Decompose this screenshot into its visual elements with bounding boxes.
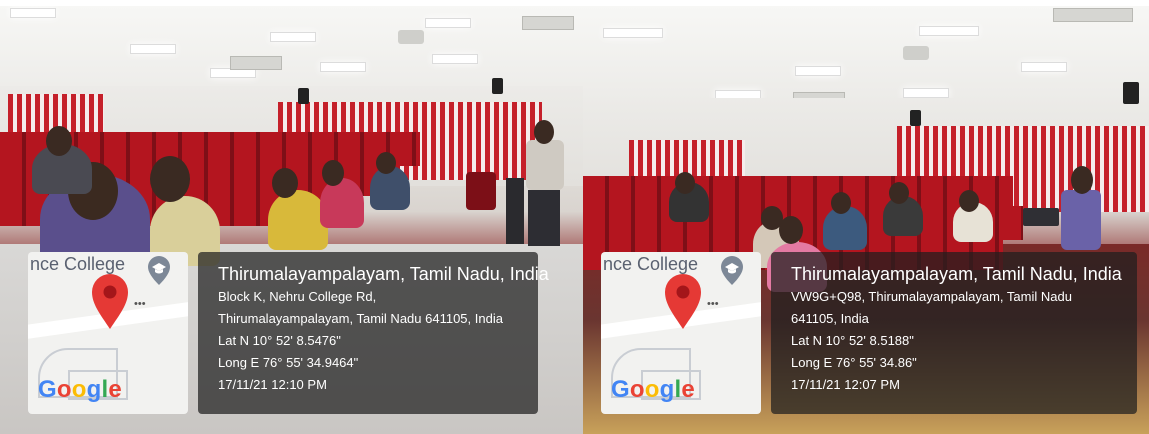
- audience-head: [959, 190, 979, 212]
- presenter-head: [1071, 166, 1093, 194]
- ceiling-vent: [230, 56, 282, 70]
- address-line-2: 641105, India: [791, 311, 869, 326]
- location-info: Thirumalayampalayam, Tamil Nadu, India V…: [771, 252, 1137, 414]
- ceiling-vent: [1053, 8, 1133, 22]
- audience-head: [779, 216, 803, 244]
- map-thumbnail[interactable]: nce College ••• Google: [28, 252, 188, 414]
- photo-right: nce College ••• Google Thirumalayampalay…: [583, 6, 1149, 434]
- google-logo: Google: [38, 376, 122, 403]
- ceiling-light: [270, 32, 316, 42]
- audience-head: [675, 172, 695, 194]
- graduation-cap-icon: [721, 256, 743, 285]
- audience-head: [150, 156, 190, 202]
- podium: [506, 178, 524, 244]
- ceiling-light: [10, 8, 56, 18]
- timestamp: 17/11/21 12:10 PM: [218, 377, 327, 392]
- ceiling-light: [795, 66, 841, 76]
- presenter-head: [534, 120, 554, 144]
- location-title: Thirumalayampalayam, Tamil Nadu, India: [791, 264, 1122, 284]
- projector: [398, 30, 424, 44]
- photo-left: nce College ••• Google Thirumalayampalay…: [0, 6, 583, 434]
- ceiling-light: [903, 88, 949, 98]
- location-info: Thirumalayampalayam, Tamil Nadu, India B…: [198, 252, 549, 414]
- address-line-1: Block K, Nehru College Rd,: [218, 289, 377, 304]
- timestamp: 17/11/21 12:07 PM: [791, 377, 900, 392]
- ceiling-light: [130, 44, 176, 54]
- audience-head: [831, 192, 851, 214]
- map-thumbnail[interactable]: nce College ••• Google: [601, 252, 761, 414]
- google-logo: Google: [611, 376, 695, 403]
- audience-head: [376, 152, 396, 174]
- ceiling-vent: [522, 16, 574, 30]
- address-line-1: VW9G+Q98, Thirumalayampalayam, Tamil Nad…: [791, 289, 1072, 304]
- audience-head: [46, 126, 72, 156]
- wall-speaker: [1123, 82, 1139, 104]
- ceiling-light: [320, 62, 366, 72]
- address-line-2: Thirumalayampalayam, Tamil Nadu 641105, …: [218, 311, 503, 326]
- audience-member: [320, 178, 364, 228]
- latitude: Lat N 10° 52' 8.5476": [218, 333, 341, 348]
- graduation-cap-icon: [148, 256, 170, 285]
- ceiling-light: [1021, 62, 1067, 72]
- ceiling-light: [603, 28, 663, 38]
- presenter-legs: [528, 190, 560, 246]
- location-title: Thirumalayampalayam, Tamil Nadu, India: [218, 264, 549, 284]
- longitude: Long E 76° 55' 34.9464": [218, 355, 359, 370]
- ceiling-light: [919, 26, 979, 36]
- audience-head: [889, 182, 909, 204]
- latitude: Lat N 10° 52' 8.5188": [791, 333, 914, 348]
- seat-row: [583, 176, 1013, 210]
- map-pin-icon: [92, 274, 128, 329]
- geotag-card: nce College ••• Google Thirumalayampalay…: [583, 252, 1137, 420]
- wall-speaker: [298, 88, 309, 104]
- map-dots-icon: •••: [134, 298, 146, 310]
- wall-speaker: [910, 110, 921, 126]
- audience-head: [272, 168, 298, 198]
- audience-head: [322, 160, 344, 186]
- audience-member: [268, 190, 328, 250]
- map-pin-icon: [665, 274, 701, 329]
- ceiling-light: [432, 54, 478, 64]
- ceiling: [583, 6, 1149, 106]
- presenter: [526, 140, 564, 190]
- map-dots-icon: •••: [707, 298, 719, 310]
- presenter: [1061, 190, 1101, 250]
- presenter-chair: [466, 172, 496, 210]
- ceiling-light: [425, 18, 471, 28]
- laptop: [1023, 208, 1059, 226]
- geotag-card: nce College ••• Google Thirumalayampalay…: [0, 252, 549, 420]
- longitude: Long E 76° 55' 34.86": [791, 355, 917, 370]
- projector: [903, 46, 929, 60]
- wall-speaker: [492, 78, 503, 94]
